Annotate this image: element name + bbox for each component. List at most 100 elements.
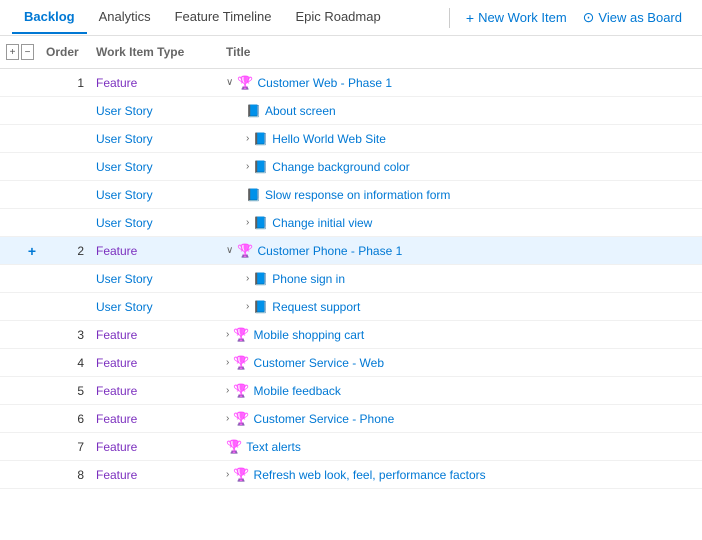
view-as-board-button[interactable]: ⊙ View as Board [575,5,690,30]
work-item-title[interactable]: Customer Service - Phone [254,412,395,426]
expand-chevron-icon[interactable]: › [246,301,249,312]
type-cell: Feature [90,326,220,344]
type-cell: User Story [90,214,220,232]
table-row: User Story › 📘 Request support [0,293,702,321]
table-row: User Story📘Slow response on information … [0,181,702,209]
trophy-icon: 🏆 [233,411,249,427]
nav-tabs: Backlog Analytics Feature Timeline Epic … [12,1,441,34]
trophy-icon: 🏆 [226,439,242,455]
story-icon: 📘 [253,132,268,146]
table-row: 7Feature🏆Text alerts [0,433,702,461]
table-row: User Story › 📘 Phone sign in [0,265,702,293]
work-item-title[interactable]: Phone sign in [272,272,345,286]
expand-chevron-icon[interactable]: ∨ [226,77,233,88]
title-cell: 📘 About screen [220,102,702,120]
table-row: 6Feature›🏆Customer Service - Phone [0,405,702,433]
expand-chevron-icon[interactable]: › [246,273,249,284]
expand-chevron-icon[interactable]: › [226,413,229,424]
type-cell: User Story [90,270,220,288]
story-icon: 📘 [253,216,268,230]
trophy-icon: 🏆 [233,355,249,371]
work-item-title[interactable]: Slow response on information form [265,188,450,202]
title-cell: › 📘 Phone sign in [220,270,702,288]
order-cell: 5 [40,384,90,398]
expand-collapse-controls[interactable]: + − [0,40,40,64]
trophy-icon: 🏆 [237,243,253,259]
table-row: User Story › 📘 Change initial view [0,209,702,237]
table-row: 8Feature›🏆Refresh web look, feel, perfor… [0,461,702,489]
type-cell: Feature [90,382,220,400]
work-item-title[interactable]: Customer Phone - Phase 1 [258,244,403,258]
expand-chevron-icon[interactable]: › [226,329,229,340]
type-cell: User Story [90,130,220,148]
table-row: 1Feature ∨ 🏆 Customer Web - Phase 1 [0,69,702,97]
work-item-title[interactable]: Change initial view [272,216,372,230]
table-row: 3Feature › 🏆 Mobile shopping cart [0,321,702,349]
type-cell: Feature [90,438,220,456]
title-cell: ›🏆Mobile feedback [220,381,702,401]
title-cell: › 🏆 Customer Service - Phone [220,409,702,429]
tab-analytics[interactable]: Analytics [87,1,163,34]
work-item-title[interactable]: Refresh web look, feel, performance fact… [254,468,486,482]
title-cell: ∨ 🏆 Customer Web - Phase 1 [220,73,702,93]
expand-chevron-icon[interactable]: › [226,385,229,396]
title-cell: ∨ 🏆 Customer Phone - Phase 1 [220,241,702,261]
order-cell: 8 [40,468,90,482]
work-item-title[interactable]: Mobile shopping cart [254,328,365,342]
title-cell: ›🏆Refresh web look, feel, performance fa… [220,465,702,485]
expand-chevron-icon[interactable]: › [226,469,229,480]
nav-bar: Backlog Analytics Feature Timeline Epic … [0,0,702,36]
work-item-title[interactable]: Change background color [272,160,409,174]
board-icon: ⊙ [583,9,595,26]
story-icon: 📘 [253,272,268,286]
trophy-icon: 🏆 [233,327,249,343]
expand-all-button[interactable]: + [6,44,19,60]
title-cell: › 📘 Change initial view [220,214,702,232]
expand-chevron-icon[interactable]: ∨ [226,245,233,256]
new-work-item-button[interactable]: + New Work Item [458,6,575,30]
type-cell: Feature [90,74,220,92]
tab-epic-roadmap[interactable]: Epic Roadmap [283,1,392,34]
order-cell: 6 [40,412,90,426]
work-item-type-header: Work Item Type [90,41,220,63]
collapse-all-button[interactable]: − [21,44,34,60]
table-row: User Story📘About screen [0,97,702,125]
tab-backlog[interactable]: Backlog [12,1,87,34]
title-cell: › 📘 Request support [220,298,702,316]
title-cell: › 🏆 Customer Service - Web [220,353,702,373]
story-icon: 📘 [253,160,268,174]
expand-chevron-icon[interactable]: › [246,133,249,144]
work-item-title[interactable]: Customer Web - Phase 1 [258,76,393,90]
title-cell: › 🏆 Mobile shopping cart [220,325,702,345]
nav-actions: + New Work Item ⊙ View as Board [458,5,690,30]
table-row: User Story › 📘 Hello World Web Site [0,125,702,153]
story-icon: 📘 [253,300,268,314]
work-item-title[interactable]: About screen [265,104,336,118]
add-child-button[interactable]: + [28,243,36,259]
order-cell: 4 [40,356,90,370]
expand-chevron-icon[interactable]: › [226,357,229,368]
order-cell: 2 [40,244,90,258]
tab-feature-timeline[interactable]: Feature Timeline [163,1,284,34]
new-work-item-label: New Work Item [478,10,567,25]
title-header: Title [220,41,702,63]
row-controls: + [0,243,40,259]
work-item-title[interactable]: Request support [272,300,360,314]
order-header: Order [40,41,90,63]
work-item-title[interactable]: Mobile feedback [254,384,341,398]
trophy-icon: 🏆 [237,75,253,91]
title-cell: 🏆 Text alerts [220,437,702,457]
expand-chevron-icon[interactable]: › [246,161,249,172]
type-cell: User Story [90,298,220,316]
view-as-board-label: View as Board [598,10,682,25]
order-cell: 3 [40,328,90,342]
table-row: 4Feature›🏆Customer Service - Web [0,349,702,377]
work-item-title[interactable]: Hello World Web Site [272,132,386,146]
type-cell: User Story [90,158,220,176]
work-item-title[interactable]: Text alerts [246,440,301,454]
story-icon: 📘 [246,104,261,118]
expand-chevron-icon[interactable]: › [246,217,249,228]
work-item-title[interactable]: Customer Service - Web [254,356,384,370]
order-cell: 1 [40,76,90,90]
type-cell: User Story [90,186,220,204]
